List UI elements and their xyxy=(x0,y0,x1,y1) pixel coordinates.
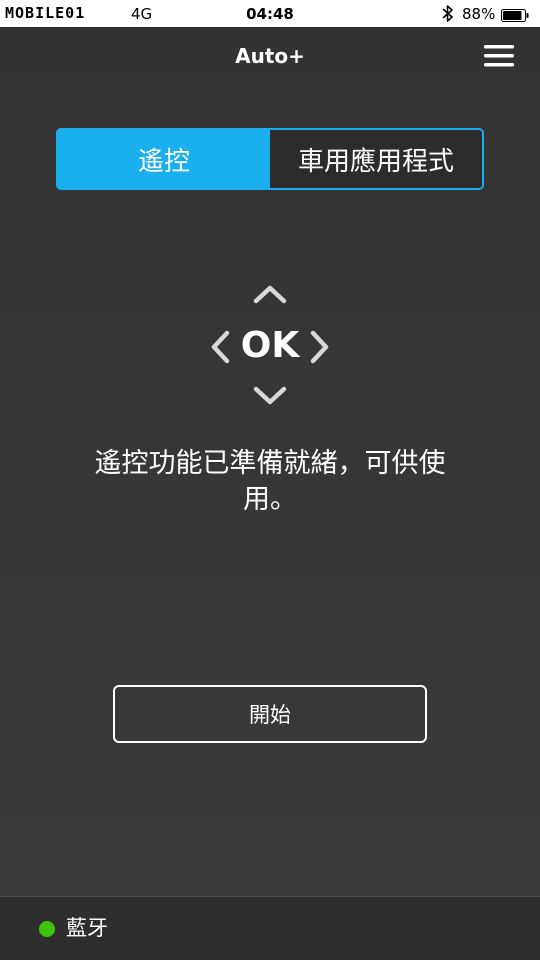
page-title: Auto+ xyxy=(235,44,305,68)
connection-bar: 藍牙 xyxy=(0,896,540,960)
screen: MOBILE01 4G 04:48 88% Auto+ 遙控 車用應用程式 OK… xyxy=(0,0,540,960)
connection-status-indicator xyxy=(39,921,55,937)
status-bar: MOBILE01 4G 04:48 88% xyxy=(0,0,540,27)
mode-tabs: 遙控 車用應用程式 xyxy=(56,128,484,190)
hamburger-menu-icon[interactable] xyxy=(484,43,514,69)
tab-remote-control[interactable]: 遙控 xyxy=(58,130,270,188)
chevron-down-icon[interactable] xyxy=(253,386,287,406)
tab-car-apps[interactable]: 車用應用程式 xyxy=(270,130,482,188)
bluetooth-icon xyxy=(441,4,455,23)
chevron-right-icon[interactable] xyxy=(309,330,331,364)
start-button[interactable]: 開始 xyxy=(113,685,427,743)
battery-icon xyxy=(501,7,529,22)
chevron-left-icon[interactable] xyxy=(209,330,231,364)
ok-button[interactable]: OK xyxy=(235,324,305,368)
app-content: Auto+ 遙控 車用應用程式 OK 遙控功能已準備就緒，可供使用。 開始 xyxy=(0,27,540,896)
chevron-up-icon[interactable] xyxy=(253,284,287,304)
connection-label: 藍牙 xyxy=(66,916,108,940)
battery-percent: 88% xyxy=(462,5,496,23)
dpad: OK xyxy=(205,284,335,412)
status-time: 04:48 xyxy=(246,5,294,23)
status-message: 遙控功能已準備就緒，可供使用。 xyxy=(94,448,446,515)
